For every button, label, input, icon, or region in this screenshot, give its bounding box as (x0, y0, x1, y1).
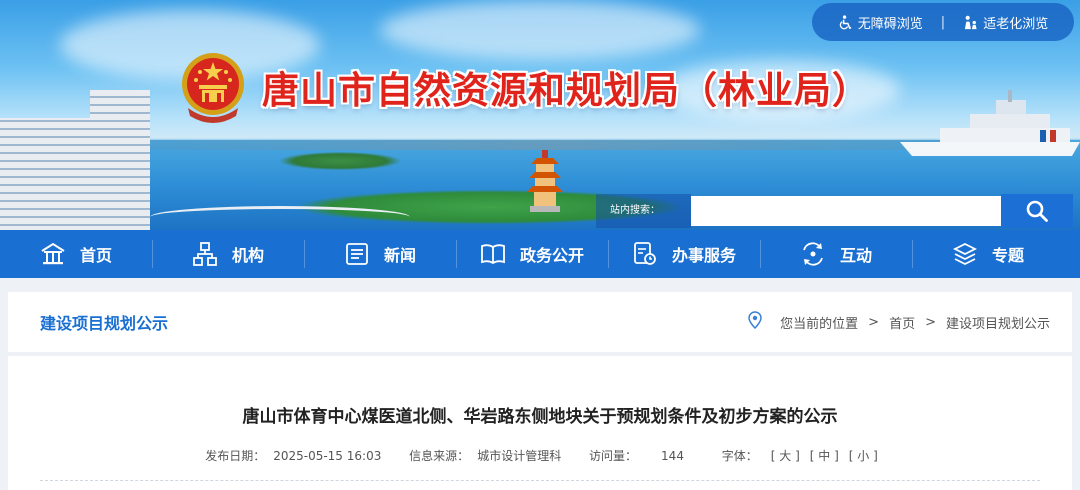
breadcrumb-separator: > (868, 314, 880, 330)
breadcrumb-current[interactable]: 建设项目规划公示 (946, 313, 1050, 332)
nav-item-label: 首页 (79, 246, 112, 265)
nav-item-label: 政务公开 (519, 246, 584, 265)
pagoda-illustration (527, 150, 563, 212)
nav-item-label: 办事服务 (671, 246, 736, 265)
national-emblem-logo (182, 53, 244, 123)
elder-mode-label: 适老化浏览 (983, 16, 1049, 32)
main-nav: 首页 机构 新闻 政务公开 办事服务 互动 专题 (0, 230, 1080, 278)
nav-item-label: 新闻 (383, 246, 416, 265)
meta-divider (40, 480, 1040, 481)
nav-item-organization[interactable]: 机构 (152, 230, 304, 278)
article-title: 唐山市体育中心煤医道北侧、华岩路东侧地块关于预规划条件及初步方案的公示 (242, 407, 838, 427)
banner-cloud (380, 0, 700, 60)
nav-item-services[interactable]: 办事服务 (608, 230, 760, 278)
nav-item-label: 专题 (991, 246, 1024, 265)
view-count: 144 (661, 449, 684, 463)
breadcrumb-home[interactable]: 首页 (889, 313, 915, 332)
news-icon (346, 243, 368, 265)
barrier-free-label: 无障碍浏览 (857, 16, 923, 32)
accessibility-bar: 无障碍浏览 | 适老化浏览 (812, 3, 1074, 41)
article-panel: 唐山市体育中心煤医道北侧、华岩路东侧地块关于预规划条件及初步方案的公示 发布日期… (8, 356, 1072, 490)
search-icon (1026, 200, 1048, 222)
breadcrumb-separator: > (925, 314, 936, 330)
font-large-button[interactable]: [ 大 ] (771, 449, 800, 463)
font-medium-button[interactable]: [ 中 ] (810, 449, 839, 463)
nav-item-government-affairs[interactable]: 政务公开 (456, 230, 608, 278)
nav-item-home[interactable]: 首页 (0, 230, 152, 278)
home-icon (41, 242, 65, 265)
font-size-label: 字体： (721, 449, 758, 463)
breadcrumb-prefix: 您当前的位置 (780, 316, 859, 332)
nav-item-topics[interactable]: 专题 (912, 230, 1064, 278)
header-banner: 唐山市自然资源和规划局（林业局） 无障碍浏览 | 适老化浏览 站内搜索： (0, 0, 1080, 230)
publish-date: 2025-05-15 16:03 (273, 449, 382, 463)
service-icon (634, 242, 656, 265)
elder-care-icon (965, 15, 977, 29)
section-title: 建设项目规划公示 (40, 314, 169, 333)
open-book-icon (481, 244, 505, 265)
search-button[interactable] (1001, 194, 1073, 228)
nav-item-news[interactable]: 新闻 (304, 230, 456, 278)
access-separator: | (940, 14, 946, 30)
nav-item-label: 互动 (839, 246, 872, 265)
location-bar: 建设项目规划公示 您当前的位置 > 首页 > 建设项目规划公示 (8, 292, 1072, 352)
layers-icon (952, 242, 977, 266)
site-search: 站内搜索： (596, 194, 1073, 228)
banner-building (0, 90, 150, 230)
banner-far-shore (140, 140, 960, 150)
search-label: 站内搜索： (596, 194, 691, 228)
font-small-button[interactable]: [ 小 ] (849, 449, 878, 463)
banner-bridge (150, 206, 410, 228)
location-pin-icon (748, 311, 762, 333)
interaction-icon (803, 242, 823, 266)
banner-island (280, 152, 400, 170)
nav-item-interaction[interactable]: 互动 (760, 230, 912, 278)
site-title: 唐山市自然资源和规划局（林业局） (262, 69, 870, 112)
views-label: 访问量： (589, 449, 638, 463)
search-input[interactable] (691, 196, 1001, 226)
breadcrumb: 您当前的位置 > 首页 > 建设项目规划公示 (748, 311, 1050, 333)
ship-illustration (900, 90, 1080, 156)
wheelchair-icon (839, 14, 852, 29)
date-label: 发布日期： (205, 449, 266, 463)
info-source: 城市设计管理科 (477, 449, 562, 463)
nav-item-label: 机构 (231, 246, 264, 265)
org-chart-icon (193, 242, 217, 266)
article-meta: 发布日期： 2025-05-15 16:03 信息来源： 城市设计管理科 访问量： 1… (8, 447, 1072, 464)
elder-mode-button[interactable]: 适老化浏览 (963, 13, 1048, 32)
barrier-free-button[interactable]: 无障碍浏览 (838, 13, 923, 32)
source-label: 信息来源： (409, 449, 470, 463)
